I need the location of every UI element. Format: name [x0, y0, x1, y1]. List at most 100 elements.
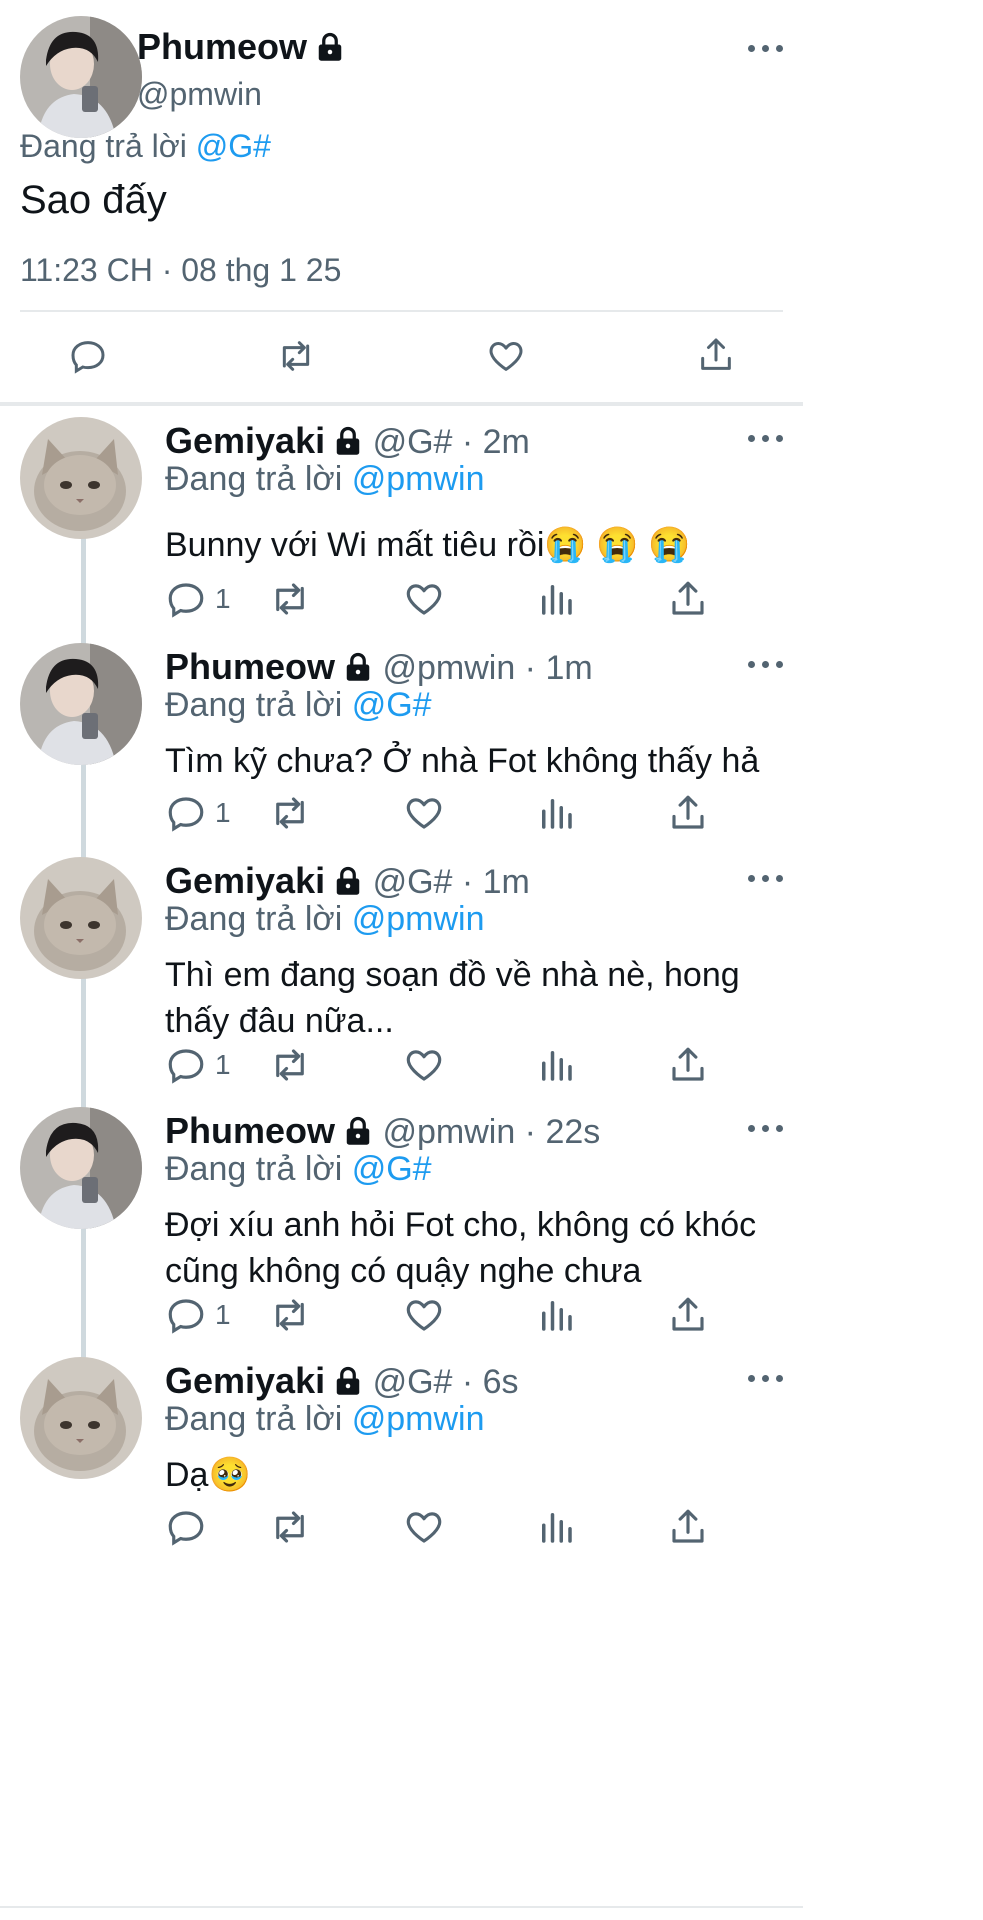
- replying-to-link[interactable]: @G#: [196, 128, 271, 164]
- views-icon: [542, 1301, 572, 1331]
- reply-text: Dạ🥹: [165, 1456, 251, 1494]
- share-button[interactable]: [696, 334, 736, 381]
- more-icon[interactable]: [748, 1122, 788, 1136]
- author-name[interactable]: Gemiyaki: [165, 1360, 325, 1401]
- retweet-button[interactable]: [269, 1040, 311, 1090]
- like-icon: [406, 584, 442, 615]
- author-name[interactable]: Phumeow: [165, 646, 335, 687]
- share-button[interactable]: [667, 788, 709, 838]
- share-button[interactable]: [667, 1290, 709, 1340]
- share-icon: [672, 581, 704, 615]
- retweet-button[interactable]: [269, 574, 311, 624]
- replying-to-link[interactable]: @pmwin: [352, 900, 485, 938]
- author-name[interactable]: Gemiyaki: [165, 860, 325, 901]
- reply-time[interactable]: · 2m: [452, 423, 530, 461]
- replying-to: Đang trả lời @pmwin: [165, 460, 484, 499]
- bottom-divider: [0, 1906, 803, 1908]
- views-icon: [542, 799, 572, 829]
- reply-button[interactable]: 1: [165, 1290, 231, 1340]
- action-bar: 1: [165, 788, 865, 838]
- avatar[interactable]: [20, 1357, 142, 1479]
- more-icon[interactable]: [748, 42, 788, 56]
- retweet-button[interactable]: [269, 788, 311, 838]
- reply-time[interactable]: · 1m: [452, 863, 530, 901]
- reply-button[interactable]: [165, 1502, 215, 1552]
- retweet-button[interactable]: [269, 1502, 311, 1552]
- reply-text: Tìm kỹ chưa? Ở nhà Fot không thấy hả: [165, 742, 760, 780]
- like-button[interactable]: [403, 1290, 445, 1340]
- views-button[interactable]: [535, 1502, 577, 1552]
- more-icon[interactable]: [748, 658, 788, 672]
- like-button[interactable]: [486, 336, 526, 381]
- author-handle[interactable]: @G#: [373, 1363, 453, 1401]
- like-icon: [489, 342, 523, 371]
- reply-icon: [168, 1049, 204, 1084]
- author-handle[interactable]: @pmwin: [382, 649, 515, 687]
- replying-prefix: Đang trả lời: [165, 900, 343, 938]
- reply-button[interactable]: 1: [165, 1040, 231, 1090]
- author-name[interactable]: Gemiyaki: [165, 420, 325, 461]
- avatar[interactable]: [20, 857, 142, 979]
- share-button[interactable]: [667, 1040, 709, 1090]
- author-name[interactable]: Phumeow: [165, 1110, 335, 1151]
- reply-count: 1: [215, 797, 231, 828]
- replying-to: Đang trả lời @pmwin: [165, 900, 484, 939]
- retweet-icon: [282, 341, 310, 371]
- author-name[interactable]: Phumeow: [137, 26, 345, 71]
- replying-to: Đang trả lời @G#: [20, 128, 271, 165]
- like-button[interactable]: [403, 1040, 445, 1090]
- replying-to-link[interactable]: @pmwin: [352, 1400, 485, 1438]
- retweet-icon: [276, 1511, 304, 1543]
- reply-header: Gemiyaki @G# · 2m: [165, 420, 530, 465]
- reply-icon: [168, 1299, 204, 1334]
- action-bar: 1: [165, 1040, 865, 1090]
- avatar[interactable]: [20, 16, 142, 138]
- lock-icon: [315, 29, 345, 71]
- retweet-icon: [276, 583, 304, 615]
- like-button[interactable]: [403, 788, 445, 838]
- replying-to: Đang trả lời @G#: [165, 686, 432, 725]
- retweet-button[interactable]: [269, 1290, 311, 1340]
- avatar[interactable]: [20, 1107, 142, 1229]
- views-button[interactable]: [535, 1040, 577, 1090]
- reply-header: Gemiyaki @G# · 1m: [165, 860, 530, 905]
- more-icon[interactable]: [748, 872, 788, 886]
- reply-button[interactable]: 1: [165, 788, 231, 838]
- replying-to-link[interactable]: @G#: [352, 1150, 432, 1188]
- action-bar: [165, 1502, 865, 1552]
- replying-to-link[interactable]: @pmwin: [352, 460, 485, 498]
- views-button[interactable]: [535, 788, 577, 838]
- author-handle[interactable]: @pmwin: [382, 1113, 515, 1151]
- like-button[interactable]: [403, 1502, 445, 1552]
- reply-button[interactable]: 1: [165, 574, 231, 624]
- more-icon[interactable]: [748, 432, 788, 446]
- tweet-timestamp[interactable]: 11:23 CH · 08 thg 1 25: [20, 252, 341, 289]
- share-icon: [672, 795, 704, 829]
- avatar-person-image: [20, 16, 142, 138]
- like-button[interactable]: [403, 574, 445, 624]
- reply-time[interactable]: · 1m: [515, 649, 593, 687]
- replying-prefix: Đang trả lời: [165, 1400, 343, 1438]
- share-icon: [672, 1509, 704, 1543]
- retweet-button[interactable]: [274, 336, 318, 381]
- avatar[interactable]: [20, 417, 142, 539]
- more-icon[interactable]: [748, 1372, 788, 1386]
- share-icon: [701, 338, 731, 370]
- like-icon: [406, 1050, 442, 1081]
- share-button[interactable]: [667, 1502, 709, 1552]
- reply-button[interactable]: [68, 336, 108, 381]
- retweet-icon: [276, 797, 304, 829]
- replying-to: Đang trả lời @pmwin: [165, 1400, 484, 1439]
- views-button[interactable]: [535, 574, 577, 624]
- reply-time[interactable]: · 22s: [515, 1113, 601, 1151]
- reply-icon: [168, 583, 204, 618]
- author-handle[interactable]: @pmwin: [137, 76, 262, 113]
- author-handle[interactable]: @G#: [373, 423, 453, 461]
- reply-count: 1: [215, 1049, 231, 1080]
- avatar[interactable]: [20, 643, 142, 765]
- author-handle[interactable]: @G#: [373, 863, 453, 901]
- replying-to-link[interactable]: @G#: [352, 686, 432, 724]
- views-button[interactable]: [535, 1290, 577, 1340]
- reply-time[interactable]: · 6s: [452, 1363, 519, 1401]
- share-button[interactable]: [667, 574, 709, 624]
